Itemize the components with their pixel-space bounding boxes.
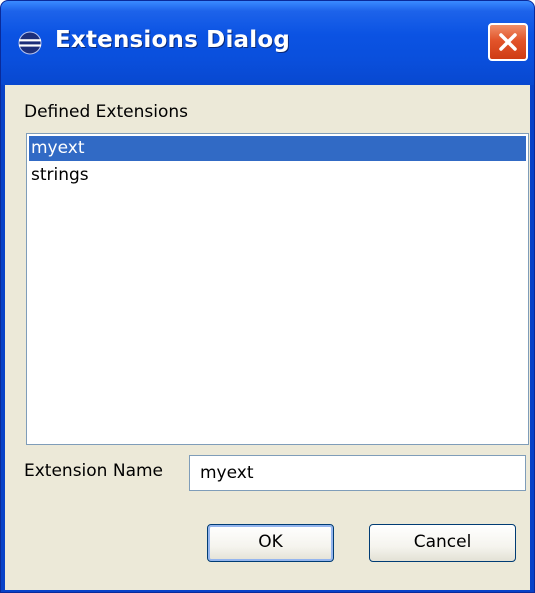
extensions-list[interactable]: myext strings	[26, 133, 529, 445]
dialog-body: Defined Extensions myext strings Extensi…	[5, 85, 530, 590]
ok-button[interactable]: OK	[207, 524, 334, 562]
list-item[interactable]: myext	[29, 136, 526, 161]
extension-name-label: Extension Name	[24, 461, 164, 481]
extension-name-input[interactable]	[189, 455, 526, 491]
eclipse-icon	[18, 31, 42, 55]
defined-extensions-label: Defined Extensions	[24, 102, 188, 122]
title-bar[interactable]: Extensions Dialog	[1, 1, 534, 85]
close-button[interactable]	[488, 23, 528, 61]
window-title: Extensions Dialog	[55, 27, 291, 53]
cancel-button[interactable]: Cancel	[369, 524, 516, 562]
list-item[interactable]: strings	[29, 163, 526, 188]
close-icon	[499, 33, 517, 51]
extensions-dialog-window: Extensions Dialog Defined Extensions mye…	[0, 0, 535, 593]
